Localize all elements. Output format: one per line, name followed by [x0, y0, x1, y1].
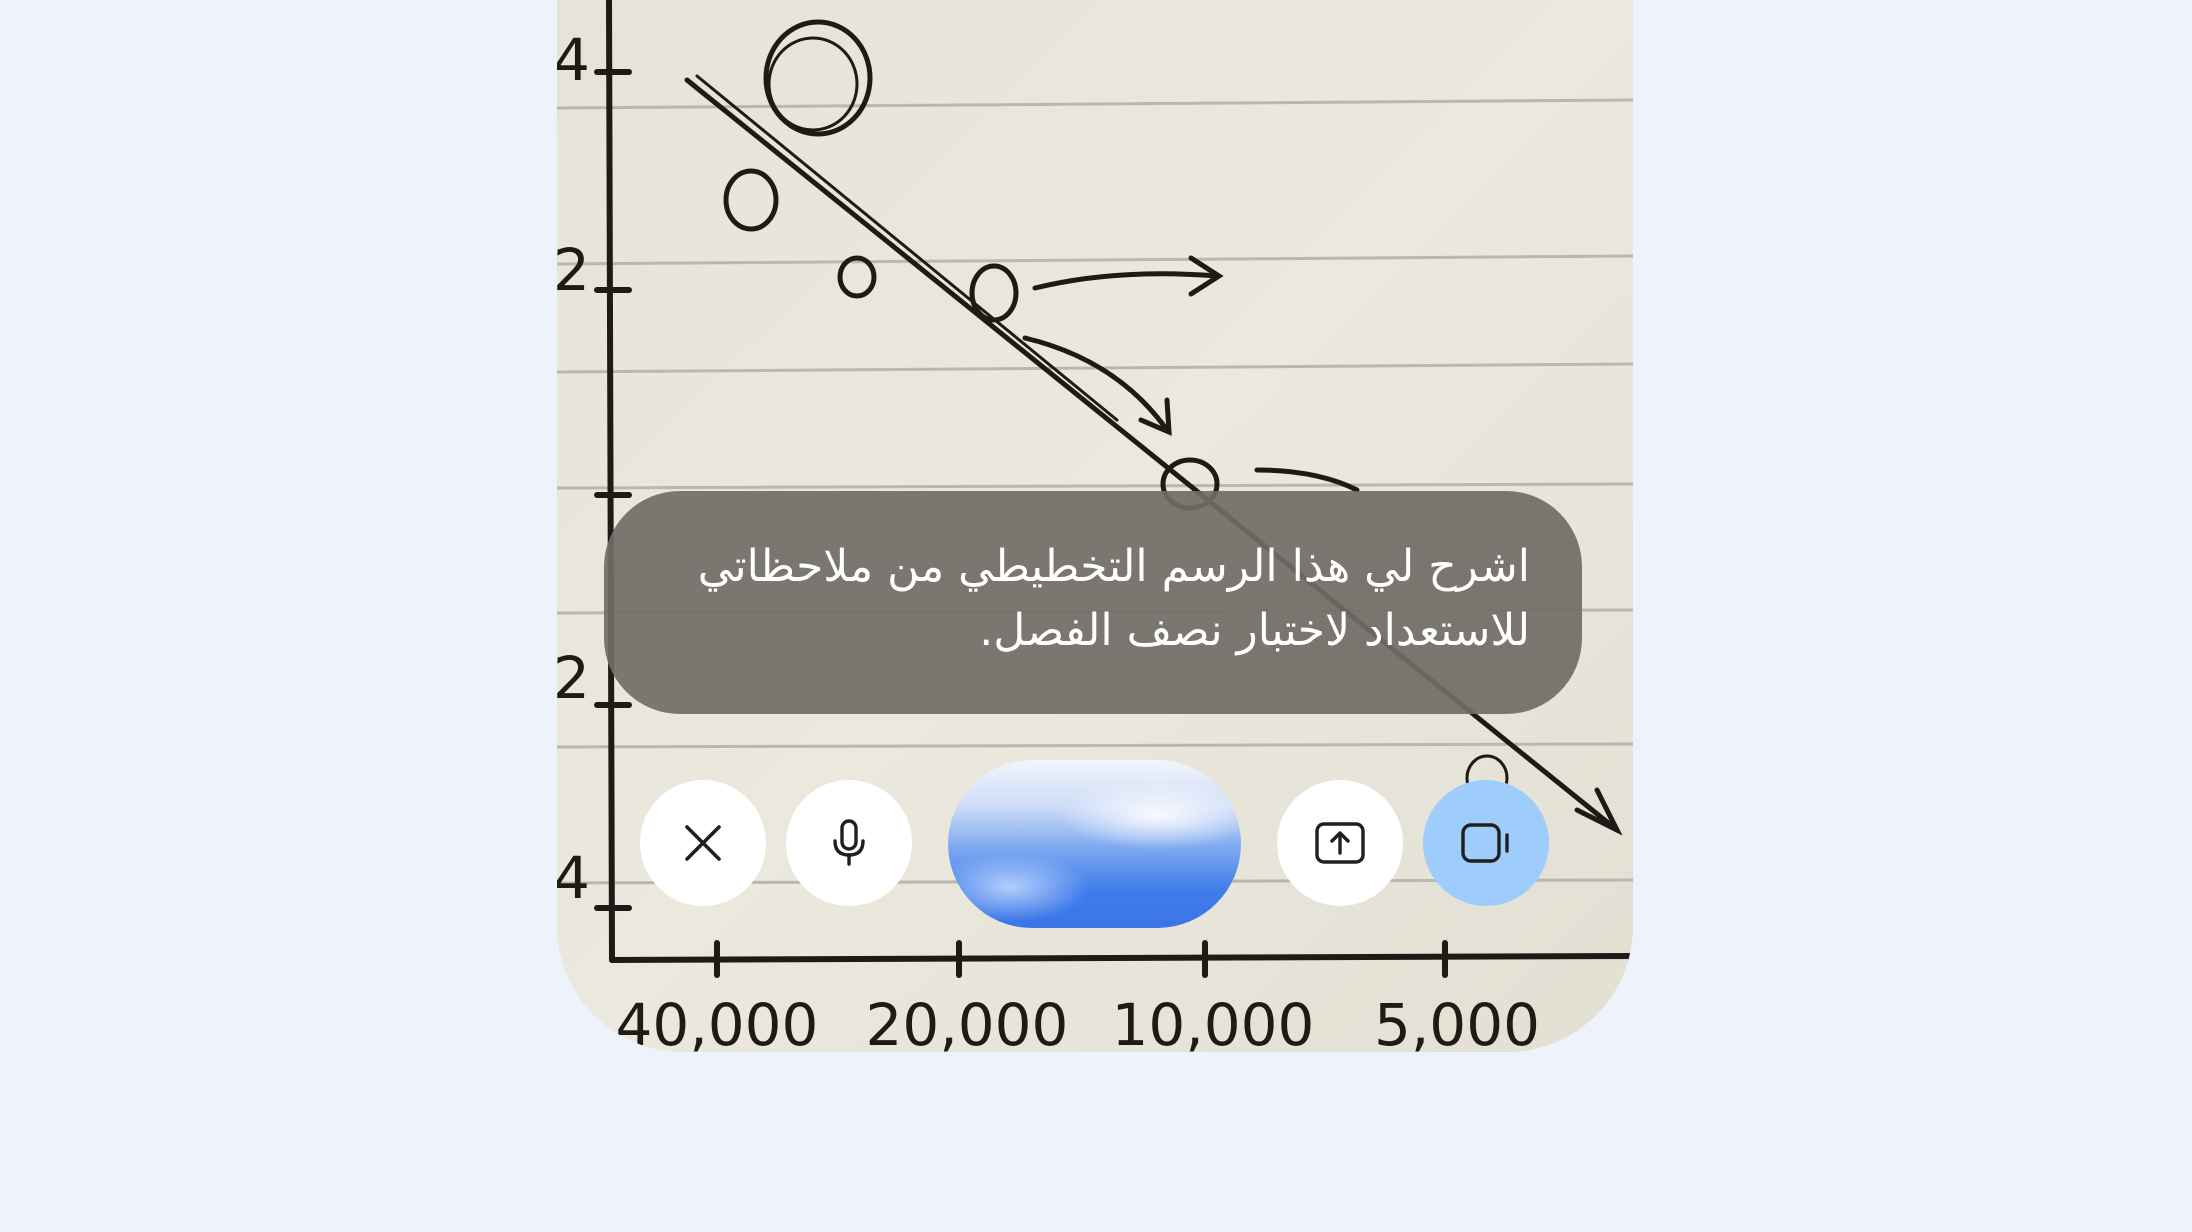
x-tick-label: 10,000 [1112, 991, 1315, 1052]
phone-screen: 4 2 2 4 40,000 20,000 10,000 5,000 اشرح … [557, 0, 1633, 1052]
prompt-bubble: اشرح لي هذا الرسم التخطيطي من ملاحظاتي ل… [604, 491, 1582, 714]
microphone-button[interactable] [786, 780, 912, 906]
x-tick-label: 5,000 [1374, 991, 1540, 1052]
x-tick-label: 20,000 [866, 991, 1069, 1052]
live-voice-orb[interactable] [948, 760, 1241, 928]
y-tick-label: 2 [557, 644, 590, 712]
close-button[interactable] [640, 780, 766, 906]
screen-share-button[interactable] [1277, 780, 1403, 906]
microphone-icon [833, 819, 865, 866]
live-controls-bar [557, 758, 1633, 930]
screen-share-icon [1315, 822, 1365, 864]
y-tick-label: 2 [557, 236, 590, 304]
video-camera-icon [1461, 823, 1509, 863]
close-icon [685, 825, 721, 861]
camera-toggle-button[interactable] [1423, 780, 1549, 906]
prompt-text: اشرح لي هذا الرسم التخطيطي من ملاحظاتي ل… [697, 541, 1530, 656]
x-tick-label: 40,000 [616, 991, 819, 1052]
y-tick-label: 4 [557, 26, 590, 94]
